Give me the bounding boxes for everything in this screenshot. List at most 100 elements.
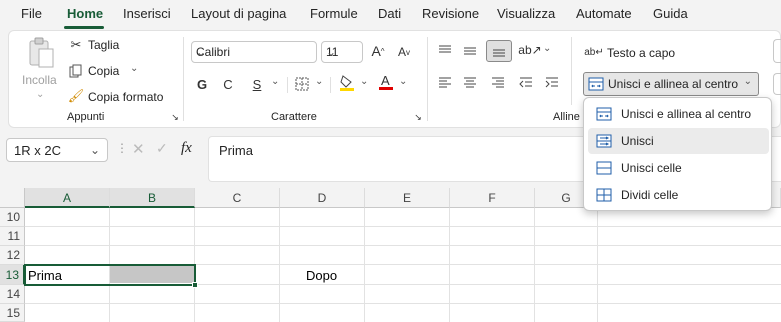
align-left-icon[interactable] [436, 75, 454, 91]
dialog-launcher-icon[interactable]: ↘ [170, 112, 180, 122]
copy-icon [68, 63, 84, 79]
align-middle-icon[interactable] [461, 43, 479, 59]
menu-item-label: Unisci [621, 134, 654, 148]
name-box[interactable]: 1R x 2C ⌄ [6, 138, 108, 162]
format-painter-icon: 🖌 [67, 88, 85, 103]
menu-data[interactable]: Dati [378, 6, 401, 21]
row-header-13[interactable]: 13 [0, 265, 25, 285]
underline-chevron-icon[interactable]: ⌄ [271, 76, 279, 87]
separator [330, 77, 331, 93]
column-header-a[interactable]: A [25, 188, 110, 208]
fill-handle[interactable] [192, 282, 198, 288]
wrap-text-button[interactable]: Testo a capo [607, 46, 675, 60]
fill-chevron-icon[interactable]: ⌄ [360, 76, 368, 87]
paste-icon[interactable] [25, 37, 57, 69]
font-name-select[interactable]: Calibri ⌄ [191, 41, 317, 63]
menu-automate[interactable]: Automate [576, 6, 632, 21]
font-color-chevron-icon[interactable]: ⌄ [399, 76, 407, 87]
merge-center-label: Unisci e allinea al centro [608, 77, 739, 91]
row-header-10[interactable]: 10 [0, 208, 25, 227]
number-format-select[interactable] [773, 39, 781, 63]
fill-color-icon[interactable] [338, 73, 356, 93]
enter-icon[interactable]: ✓ [156, 140, 168, 157]
chevron-down-icon[interactable]: ⌄ [90, 143, 100, 157]
separator [427, 37, 428, 121]
gridline [597, 208, 598, 322]
font-group-label: Carattere [271, 111, 317, 123]
cancel-icon[interactable]: ✕ [132, 140, 145, 158]
align-center-icon[interactable] [461, 75, 479, 91]
cut-button[interactable]: Taglia [88, 38, 119, 52]
row-header-11[interactable]: 11 [0, 227, 25, 246]
column-header-c[interactable]: C [195, 188, 280, 208]
font-size-select[interactable]: 11 ⌄ [321, 41, 363, 63]
unmerge-cells-icon [596, 187, 612, 203]
wrap-text-icon[interactable]: ab↵ [584, 43, 604, 61]
gridline [25, 226, 781, 227]
gridline [449, 208, 450, 322]
menu-home[interactable]: Home [67, 6, 103, 21]
gridline [25, 303, 781, 304]
column-header-f[interactable]: F [450, 188, 535, 208]
merge-center-button[interactable]: Unisci e allinea al centro ⌄ [583, 72, 759, 96]
menu-item-merge-center[interactable]: Unisci e allinea al centro [588, 101, 769, 127]
svg-text:A: A [381, 73, 390, 88]
menu-insert[interactable]: Inserisci [123, 6, 171, 21]
orientation-chevron-icon[interactable]: ⌄ [543, 43, 551, 54]
column-header-d[interactable]: D [280, 188, 365, 208]
align-bottom-icon[interactable] [486, 40, 512, 62]
underline-button[interactable]: S [249, 75, 265, 93]
decrease-font-icon[interactable]: Av [395, 43, 413, 61]
copy-chevron-icon[interactable]: ⌄ [130, 63, 138, 74]
menu-page-layout[interactable]: Layout di pagina [191, 6, 286, 21]
paste-chevron-icon[interactable]: ⌄ [36, 89, 44, 100]
active-tab-indicator [64, 26, 104, 29]
gridline [25, 245, 781, 246]
increase-indent-icon[interactable] [543, 75, 561, 91]
separator [183, 37, 184, 121]
menu-view[interactable]: Visualizza [497, 6, 555, 21]
decrease-indent-icon[interactable] [517, 75, 535, 91]
menu-formulas[interactable]: Formule [310, 6, 358, 21]
bold-button[interactable]: G [194, 75, 210, 93]
menu-file[interactable]: File [21, 6, 42, 21]
alignment-group-label: Alline [553, 111, 580, 123]
insert-function-icon[interactable]: fx [181, 140, 192, 157]
menu-item-label: Unisci celle [621, 161, 682, 175]
row-header-12[interactable]: 12 [0, 246, 25, 265]
merge-across-icon [596, 133, 612, 149]
separator [571, 37, 572, 105]
increase-font-icon[interactable]: A ^ [369, 41, 387, 61]
cell-a13[interactable]: Prima [28, 268, 62, 283]
paste-label[interactable]: Incolla [22, 73, 57, 87]
column-header-e[interactable]: E [365, 188, 450, 208]
orientation-icon[interactable]: ab↗ [518, 41, 541, 59]
borders-icon[interactable] [293, 75, 311, 93]
copy-button[interactable]: Copia [88, 64, 119, 78]
chevron-down-icon: ⌄ [196, 45, 207, 59]
font-color-icon[interactable]: A [377, 72, 395, 92]
menu-review[interactable]: Revisione [422, 6, 479, 21]
align-right-icon[interactable] [489, 75, 507, 91]
gridline [534, 208, 535, 322]
cell-d13[interactable]: Dopo [306, 268, 337, 283]
row-header-15[interactable]: 15 [0, 304, 25, 322]
menu-item-label: Dividi celle [621, 188, 679, 202]
format-painter-button[interactable]: Copia formato [88, 90, 163, 104]
merge-chevron-icon[interactable]: ⌄ [744, 76, 752, 87]
number-format-button[interactable] [773, 73, 781, 95]
gridline [279, 208, 280, 322]
borders-chevron-icon[interactable]: ⌄ [315, 76, 323, 87]
menu-item-merge-cells[interactable]: Unisci celle [588, 155, 769, 181]
align-top-icon[interactable] [436, 43, 454, 59]
row-header-14[interactable]: 14 [0, 285, 25, 304]
select-all-corner[interactable] [0, 188, 25, 208]
menu-item-label: Unisci e allinea al centro [621, 107, 752, 121]
dialog-launcher-icon[interactable]: ↘ [413, 112, 423, 122]
chevron-down-icon: ⌄ [326, 45, 337, 59]
menu-item-unmerge-cells[interactable]: Dividi celle [588, 182, 769, 208]
menu-item-merge-across[interactable]: Unisci [588, 128, 769, 154]
italic-button[interactable]: C [220, 75, 236, 93]
menu-help[interactable]: Guida [653, 6, 688, 21]
column-header-b[interactable]: B [110, 188, 195, 208]
